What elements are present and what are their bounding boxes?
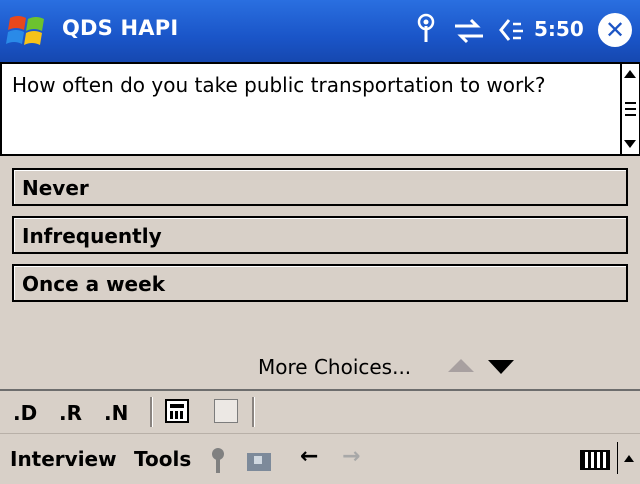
antenna-icon[interactable]: [210, 447, 226, 473]
scroll-down-arrow-icon[interactable]: [624, 140, 636, 148]
menu-interview[interactable]: Interview: [10, 447, 117, 471]
windows-start-icon[interactable]: [6, 10, 50, 52]
forward-arrow-icon[interactable]: →: [342, 444, 360, 469]
app-title: QDS HAPI: [62, 16, 179, 40]
next-choices-down-arrow-icon[interactable]: [488, 360, 514, 374]
choice-label: Never: [22, 176, 89, 200]
not-applicable-button[interactable]: .N: [104, 401, 128, 425]
toolbar-divider: [150, 397, 153, 427]
scroll-up-arrow-icon[interactable]: [624, 70, 636, 78]
question-text: How often do you take public transportat…: [12, 73, 546, 97]
connectivity-sync-icon[interactable]: [451, 12, 487, 50]
question-scrollbar[interactable]: [622, 62, 640, 156]
speaker-icon[interactable]: [495, 12, 525, 50]
scroll-thumb[interactable]: [623, 98, 638, 124]
input-panel-divider: [617, 442, 618, 474]
choice-infrequently-button[interactable]: Infrequently: [12, 216, 628, 254]
title-bar: QDS HAPI 5:50 ✕: [0, 0, 640, 62]
menu-tools[interactable]: Tools: [134, 447, 191, 471]
close-button[interactable]: ✕: [598, 13, 632, 47]
blank-toolbar-button[interactable]: [214, 399, 238, 423]
choice-never-button[interactable]: Never: [12, 168, 628, 206]
refused-button[interactable]: .R: [59, 401, 82, 425]
clock[interactable]: 5:50: [534, 17, 584, 41]
antenna-icon[interactable]: [415, 12, 437, 50]
more-choices-label: More Choices...: [258, 355, 412, 379]
folder-icon[interactable]: [247, 453, 271, 471]
calculator-icon[interactable]: [165, 399, 189, 423]
menu-bar: Interview Tools ← →: [0, 433, 640, 484]
choice-label: Once a week: [22, 272, 165, 296]
previous-choices-up-arrow-icon[interactable]: [448, 359, 474, 372]
close-icon: ✕: [604, 16, 626, 44]
question-panel: How often do you take public transportat…: [0, 62, 622, 156]
dont-know-button[interactable]: .D: [13, 401, 37, 425]
choice-once-a-week-button[interactable]: Once a week: [12, 264, 628, 302]
answer-toolbar: .D .R .N: [0, 389, 640, 433]
toolbar-divider: [252, 397, 255, 427]
choice-label: Infrequently: [22, 224, 162, 248]
keyboard-icon[interactable]: [580, 450, 610, 470]
back-arrow-icon[interactable]: ←: [300, 444, 318, 469]
input-method-arrow-icon[interactable]: [624, 455, 634, 462]
